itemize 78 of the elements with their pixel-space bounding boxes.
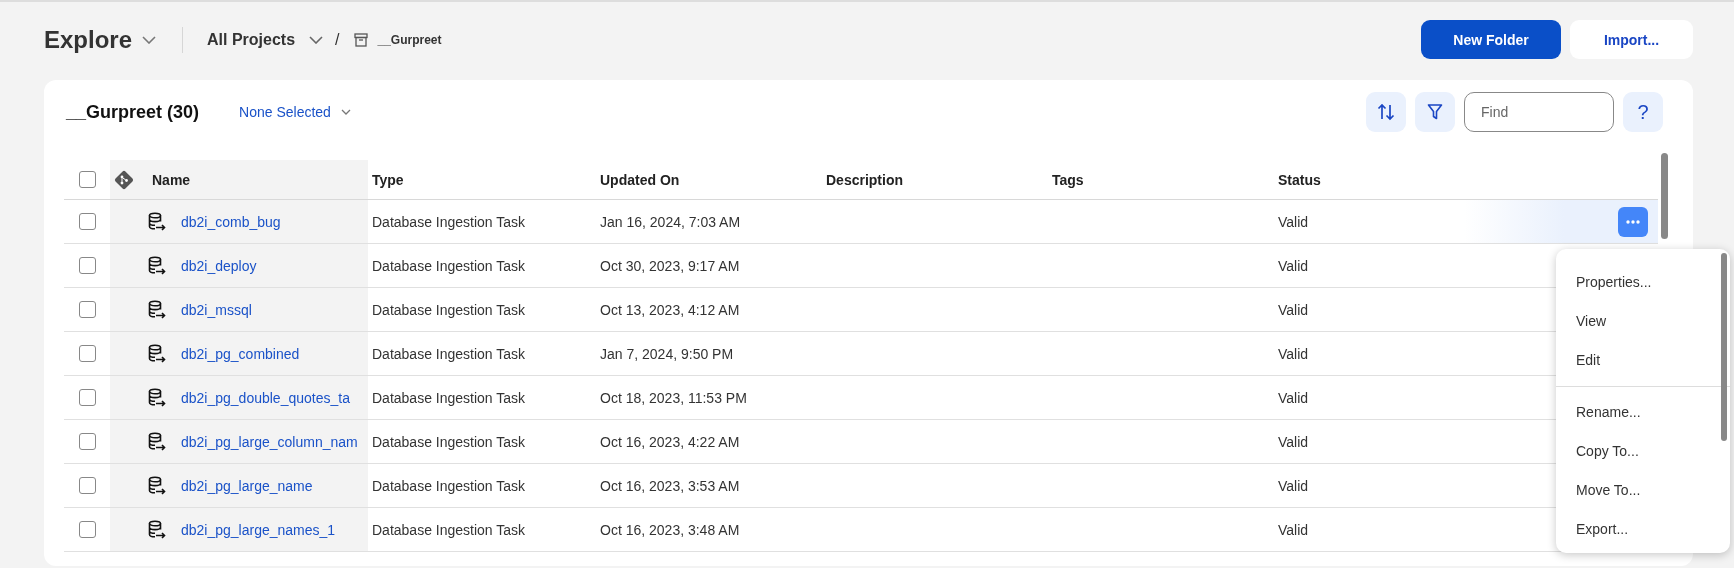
type-cell: Database Ingestion Task (372, 301, 526, 318)
status-cell: Valid (1278, 301, 1309, 318)
row-checkbox[interactable] (79, 345, 96, 362)
folder-title: __Gurpreet (30) (66, 101, 200, 123)
row-checkbox[interactable] (79, 213, 96, 230)
more-actions-button[interactable] (1618, 206, 1648, 237)
status-cell: Valid (1278, 257, 1309, 274)
date-cell: Oct 16, 2023, 4:22 AM (600, 433, 740, 450)
database-arrow-icon (148, 299, 166, 320)
filter-button[interactable] (1415, 92, 1455, 132)
status-cell: Valid (1278, 477, 1309, 494)
date-cell: Oct 16, 2023, 3:53 AM (600, 477, 740, 494)
breadcrumb-separator: / (335, 30, 340, 49)
status-cell: Valid (1278, 433, 1309, 450)
filter-icon (1427, 103, 1443, 121)
scrollbar[interactable] (1721, 253, 1727, 441)
type-cell: Database Ingestion Task (372, 521, 526, 538)
sort-arrows-icon (1377, 103, 1395, 121)
scrollbar[interactable] (1661, 153, 1668, 239)
row-checkbox[interactable] (79, 477, 96, 494)
type-cell: Database Ingestion Task (372, 433, 526, 450)
column-header[interactable]: Updated On (600, 171, 680, 188)
chevron-down-icon (340, 109, 351, 115)
column-header[interactable]: Description (826, 171, 903, 188)
selection-dropdown[interactable]: None Selected (239, 104, 351, 120)
new-folder-button[interactable]: New Folder (1421, 20, 1561, 59)
database-arrow-icon (148, 475, 166, 496)
date-cell: Oct 18, 2023, 11:53 PM (600, 389, 747, 406)
status-cell: Valid (1278, 213, 1309, 230)
status-cell: Valid (1278, 345, 1309, 362)
type-cell: Database Ingestion Task (372, 345, 526, 362)
column-header[interactable]: Status (1278, 171, 1321, 188)
database-arrow-icon (148, 211, 166, 232)
type-cell: Database Ingestion Task (372, 389, 526, 406)
row-checkbox[interactable] (79, 433, 96, 450)
database-arrow-icon (148, 431, 166, 452)
status-cell: Valid (1278, 521, 1309, 538)
task-name-link[interactable]: db2i_mssql (181, 301, 252, 318)
import-button[interactable]: Import... (1570, 20, 1693, 59)
database-arrow-icon (148, 255, 166, 276)
row-checkbox[interactable] (79, 301, 96, 318)
ellipsis-icon (1626, 219, 1640, 224)
task-name-link[interactable]: db2i_pg_large_name (181, 477, 313, 494)
table-row[interactable]: db2i_comb_bug Database Ingestion Task Jan 16, 2024, 7:03 AM Valid (64, 200, 1658, 244)
type-cell: Database Ingestion Task (372, 477, 526, 494)
status-cell: Valid (1278, 389, 1309, 406)
row-checkbox[interactable] (79, 521, 96, 538)
chevron-down-icon (142, 35, 157, 44)
column-header[interactable]: Tags (1052, 171, 1084, 188)
explore-dropdown[interactable]: Explore (44, 25, 157, 54)
date-cell: Oct 16, 2023, 3:48 AM (600, 521, 740, 538)
archive-box-icon (353, 32, 368, 47)
search-field[interactable]: Find (1464, 92, 1614, 132)
column-header[interactable]: Name (152, 171, 191, 188)
chevron-down-icon (309, 35, 324, 44)
sort-button[interactable] (1366, 92, 1406, 132)
breadcrumb-dropdown[interactable]: All Projects (207, 30, 324, 49)
database-arrow-icon (148, 343, 166, 364)
select-all-checkbox[interactable] (79, 171, 96, 188)
column-header[interactable]: Type (372, 171, 404, 188)
task-name-link[interactable]: db2i_pg_large_column_nam (181, 433, 358, 450)
type-cell: Database Ingestion Task (372, 257, 526, 274)
task-name-link[interactable]: db2i_comb_bug (181, 213, 281, 230)
database-arrow-icon (148, 387, 166, 408)
task-name-link[interactable]: db2i_pg_large_names_1 (181, 521, 336, 538)
help-button[interactable]: ? (1623, 92, 1663, 132)
type-cell: Database Ingestion Task (372, 213, 526, 230)
date-cell: Oct 13, 2023, 4:12 AM (600, 301, 740, 318)
row-checkbox[interactable] (79, 257, 96, 274)
row-checkbox[interactable] (79, 389, 96, 406)
task-name-link[interactable]: db2i_pg_double_quotes_ta (181, 389, 350, 406)
task-name-link[interactable]: db2i_deploy (181, 257, 257, 274)
task-name-link[interactable]: db2i_pg_combined (181, 345, 300, 362)
date-cell: Jan 16, 2024, 7:03 AM (600, 213, 741, 230)
database-arrow-icon (148, 519, 166, 540)
date-cell: Oct 30, 2023, 9:17 AM (600, 257, 740, 274)
date-cell: Jan 7, 2024, 9:50 PM (600, 345, 734, 362)
breadcrumb-link[interactable]: __Gurpreet (377, 32, 442, 47)
